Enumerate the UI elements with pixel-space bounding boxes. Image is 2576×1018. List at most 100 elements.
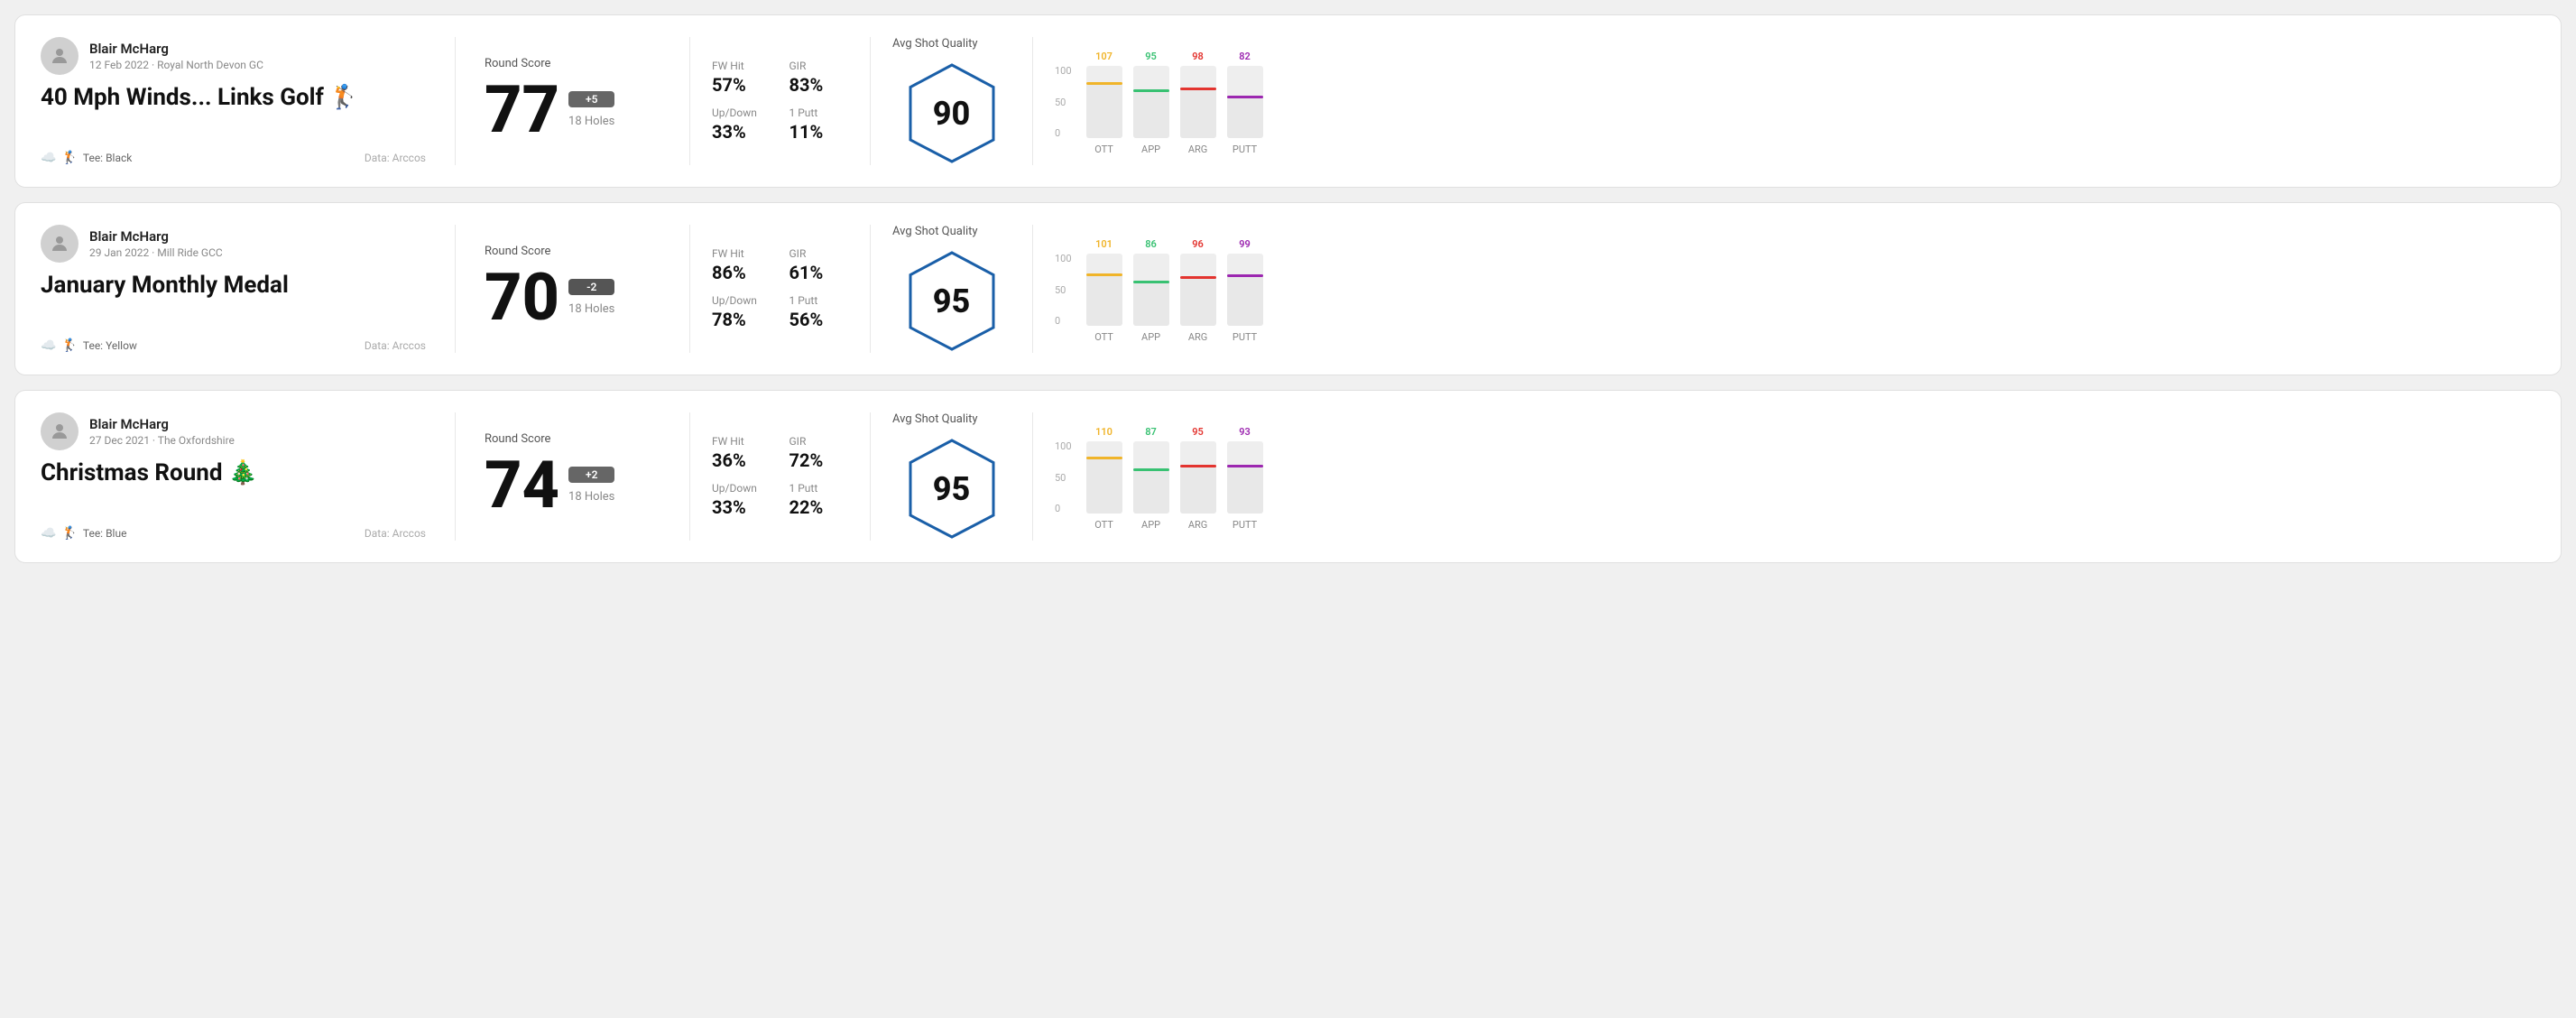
bar-value-app: 87 — [1145, 426, 1157, 438]
fw-hit-label-round2: FW Hit — [712, 247, 771, 260]
user-name-round2: Blair McHarg — [89, 228, 223, 245]
tee-label-round1: Tee: Black — [83, 152, 132, 164]
bar-value-putt: 93 — [1239, 426, 1251, 438]
quality-label-round2: Avg Shot Quality — [892, 225, 978, 238]
stats-grid-round2: FW Hit 86% GIR 61% Up/Down 78% 1 Putt 56… — [712, 247, 848, 330]
user-info-round1: Blair McHarg 12 Feb 2022 · Royal North D… — [89, 41, 263, 71]
stats-grid-round3: FW Hit 36% GIR 72% Up/Down 33% 1 Putt 22… — [712, 435, 848, 518]
y-axis-100: 100 — [1055, 65, 1072, 77]
bar-marker-arg — [1180, 276, 1216, 279]
weather-icon-round2: ☁️ — [41, 338, 56, 353]
bar-group-app: 87 APP — [1133, 426, 1169, 531]
card-score-round2: Round Score 70 -2 18 Holes — [456, 225, 690, 353]
score-diff-round2: -2 — [568, 279, 614, 295]
bar-fill-putt — [1227, 274, 1263, 326]
stat-gir-round1: GIR 83% — [789, 60, 849, 96]
fw-hit-val-round2: 86% — [712, 262, 771, 283]
oneputt-val-round2: 56% — [789, 309, 849, 330]
y-axis-50: 50 — [1055, 97, 1072, 108]
round-score-label-round3: Round Score — [485, 432, 660, 446]
bar-label-putt: PUTT — [1233, 143, 1257, 155]
round-card-round1: Blair McHarg 12 Feb 2022 · Royal North D… — [14, 14, 2562, 188]
card-left-round2: Blair McHarg 29 Jan 2022 · Mill Ride GCC… — [41, 225, 456, 353]
card-chart-round1: 100 50 0 107 OTT 95 APP 98 — [1033, 37, 2535, 165]
gir-label-round3: GIR — [789, 435, 849, 448]
holes-label-round3: 18 Holes — [568, 490, 614, 504]
weather-icon-round1: ☁️ — [41, 151, 56, 165]
oneputt-val-round3: 22% — [789, 496, 849, 518]
bar-group-ott: 107 OTT — [1086, 51, 1122, 155]
avatar-round2 — [41, 225, 78, 263]
card-stats-round2: FW Hit 86% GIR 61% Up/Down 78% 1 Putt 56… — [690, 225, 871, 353]
bar-wrapper-ott — [1086, 441, 1122, 514]
stat-gir-round2: GIR 61% — [789, 247, 849, 283]
round-card-round2: Blair McHarg 29 Jan 2022 · Mill Ride GCC… — [14, 202, 2562, 375]
date-course-round3: 27 Dec 2021 · The Oxfordshire — [89, 434, 235, 447]
bar-label-ott: OTT — [1094, 143, 1113, 155]
fw-hit-label-round3: FW Hit — [712, 435, 771, 448]
tee-info-round1: ☁️ 🏌 Tee: Black — [41, 151, 132, 165]
stat-fw-hit-round3: FW Hit 36% — [712, 435, 771, 471]
fw-hit-val-round3: 36% — [712, 449, 771, 471]
bar-label-app: APP — [1141, 143, 1160, 155]
bar-group-app: 95 APP — [1133, 51, 1169, 155]
bar-group-app: 86 APP — [1133, 238, 1169, 343]
hexagon-round2: 95 — [907, 249, 997, 353]
bar-label-putt: PUTT — [1233, 519, 1257, 531]
bar-label-arg: ARG — [1188, 143, 1207, 155]
round-title-round3: Christmas Round 🎄 — [41, 459, 426, 486]
bar-value-putt: 82 — [1239, 51, 1251, 62]
y-axis-0: 0 — [1055, 503, 1072, 514]
bar-marker-ott — [1086, 273, 1122, 276]
tee-label-round3: Tee: Blue — [83, 527, 127, 540]
fw-hit-val-round1: 57% — [712, 74, 771, 96]
bar-fill-putt — [1227, 465, 1263, 514]
bar-value-putt: 99 — [1239, 238, 1251, 250]
avatar-round1 — [41, 37, 78, 75]
bar-group-ott: 101 OTT — [1086, 238, 1122, 343]
bar-label-ott: OTT — [1094, 519, 1113, 531]
card-quality-round1: Avg Shot Quality 90 — [871, 37, 1033, 165]
y-axis-50: 50 — [1055, 472, 1072, 484]
holes-label-round2: 18 Holes — [568, 302, 614, 316]
updown-val-round1: 33% — [712, 121, 771, 143]
bar-marker-putt — [1227, 274, 1263, 277]
gir-val-round1: 83% — [789, 74, 849, 96]
round-title-round1: 40 Mph Winds... Links Golf 🏌️ — [41, 84, 426, 111]
data-source-round3: Data: Arccos — [365, 527, 426, 540]
user-name-round3: Blair McHarg — [89, 416, 235, 432]
updown-val-round3: 33% — [712, 496, 771, 518]
hexagon-round3: 95 — [907, 437, 997, 541]
bar-marker-app — [1133, 89, 1169, 92]
bar-wrapper-app — [1133, 66, 1169, 138]
gir-val-round2: 61% — [789, 262, 849, 283]
y-axis-100: 100 — [1055, 253, 1072, 264]
stat-oneputt-round3: 1 Putt 22% — [789, 482, 849, 518]
score-row-round3: 74 +2 18 Holes — [485, 453, 660, 518]
score-big-round2: 70 — [485, 265, 559, 330]
bar-fill-ott — [1086, 82, 1122, 138]
y-axis-0: 0 — [1055, 315, 1072, 327]
bar-marker-app — [1133, 281, 1169, 283]
bar-fill-ott — [1086, 273, 1122, 326]
holes-label-round1: 18 Holes — [568, 115, 614, 128]
tee-info-round3: ☁️ 🏌 Tee: Blue — [41, 526, 126, 541]
stat-gir-round3: GIR 72% — [789, 435, 849, 471]
bar-group-putt: 99 PUTT — [1227, 238, 1263, 343]
club-icon-round1: 🏌 — [61, 151, 77, 165]
score-big-round3: 74 — [485, 453, 559, 518]
bar-marker-putt — [1227, 465, 1263, 467]
bar-wrapper-putt — [1227, 254, 1263, 326]
card-stats-round1: FW Hit 57% GIR 83% Up/Down 33% 1 Putt 11… — [690, 37, 871, 165]
bar-marker-arg — [1180, 465, 1216, 467]
updown-val-round2: 78% — [712, 309, 771, 330]
updown-label-round1: Up/Down — [712, 106, 771, 119]
quality-label-round3: Avg Shot Quality — [892, 412, 978, 426]
card-stats-round3: FW Hit 36% GIR 72% Up/Down 33% 1 Putt 22… — [690, 412, 871, 541]
card-footer-round2: ☁️ 🏌 Tee: Yellow Data: Arccos — [41, 338, 426, 353]
bar-label-app: APP — [1141, 331, 1160, 343]
bar-group-arg: 96 ARG — [1180, 238, 1216, 343]
bar-fill-app — [1133, 89, 1169, 138]
bar-group-putt: 93 PUTT — [1227, 426, 1263, 531]
card-chart-round3: 100 50 0 110 OTT 87 APP 95 — [1033, 412, 2535, 541]
